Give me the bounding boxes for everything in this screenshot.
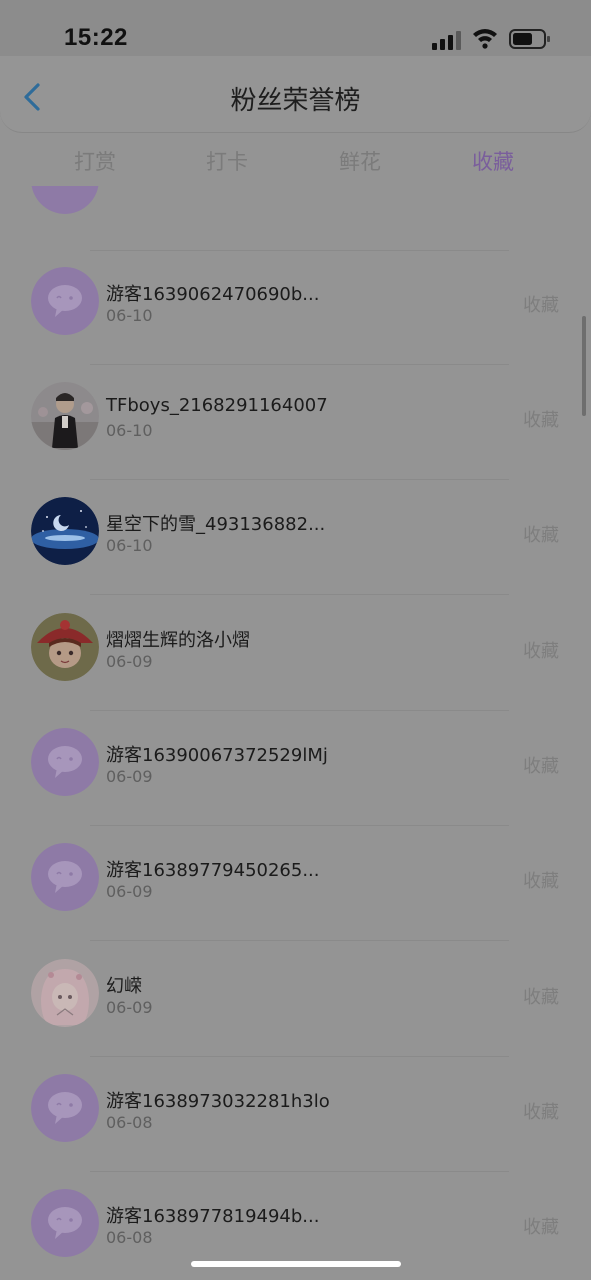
avatar — [31, 497, 99, 565]
tab-checkin[interactable]: 打卡 — [206, 146, 248, 176]
chat-bubble-icon — [31, 267, 99, 335]
favorite-action-label: 收藏 — [523, 871, 559, 892]
user-name: 游客16389779450265... — [106, 860, 320, 881]
favorite-action-label: 收藏 — [523, 295, 559, 316]
anime-girl-avatar-icon — [31, 959, 99, 1027]
favorite-action-label: 收藏 — [523, 987, 559, 1008]
user-name: 熠熠生辉的洛小熠 — [106, 630, 250, 651]
nav-header: 粉丝荣誉榜 — [0, 56, 591, 133]
tab-favorites[interactable]: 收藏 — [472, 146, 514, 176]
status-bar: 15:22 — [0, 0, 591, 56]
favorite-action-label: 收藏 — [523, 410, 559, 431]
favorite-action-label: 收藏 — [523, 525, 559, 546]
wifi-icon — [473, 29, 497, 49]
list-item[interactable]: 熠熠生辉的洛小熠 06-09 收藏 — [0, 596, 591, 711]
tab-reward[interactable]: 打赏 — [74, 146, 116, 176]
fan-honor-screen: 15:22 粉丝荣誉榜 打赏 打卡 鲜花 收藏 游客1639062470690b… — [0, 0, 591, 1280]
tab-bar: 打赏 打卡 鲜花 收藏 — [0, 134, 591, 186]
favorite-date: 06-09 — [106, 767, 153, 786]
chat-bubble-icon — [31, 1189, 99, 1257]
avatar — [31, 267, 99, 335]
avatar — [31, 613, 99, 681]
user-name: 游客1638973032281h3lo — [106, 1091, 330, 1112]
user-name: 幻嵘 — [106, 976, 142, 997]
scrollbar[interactable] — [582, 316, 586, 416]
chat-bubble-icon — [31, 728, 99, 796]
favorite-action-label: 收藏 — [523, 1217, 559, 1238]
list-item[interactable]: 星空下的雪_493136882... 06-10 收藏 — [0, 480, 591, 595]
favorite-action-label: 收藏 — [523, 1102, 559, 1123]
home-indicator[interactable] — [191, 1261, 401, 1267]
list-item-partial[interactable] — [0, 186, 591, 251]
list-item[interactable]: 游客16390067372529lMj 06-09 收藏 — [0, 711, 591, 826]
user-name: 星空下的雪_493136882... — [106, 514, 326, 535]
avatar — [31, 186, 99, 214]
avatar — [31, 382, 99, 450]
list-item[interactable]: 游客1638973032281h3lo 06-08 收藏 — [0, 1057, 591, 1172]
battery-icon — [509, 29, 550, 49]
cartoon-avatar-icon — [31, 613, 99, 681]
list-item[interactable]: 游客1639062470690b... 06-10 收藏 — [0, 250, 591, 365]
avatar — [31, 1074, 99, 1142]
favorite-date: 06-10 — [106, 421, 153, 440]
signal-icon — [432, 31, 461, 50]
favorite-action-label: 收藏 — [523, 756, 559, 777]
avatar — [31, 728, 99, 796]
avatar — [31, 959, 99, 1027]
favorites-list[interactable]: 游客1639062470690b... 06-10 收藏 TFboys_2168… — [0, 186, 591, 1280]
favorite-action-label: 收藏 — [523, 641, 559, 662]
user-name: 游客1638977819494b... — [106, 1206, 320, 1227]
chat-bubble-icon — [31, 1074, 99, 1142]
photo-avatar-icon — [31, 382, 99, 450]
list-item[interactable]: TFboys_2168291164007 06-10 收藏 — [0, 365, 591, 480]
favorite-date: 06-09 — [106, 998, 153, 1017]
divider — [90, 594, 509, 595]
user-name: 游客1639062470690b... — [106, 284, 320, 305]
tab-flowers[interactable]: 鲜花 — [339, 146, 381, 176]
page-title: 粉丝荣誉榜 — [230, 86, 361, 116]
favorite-date: 06-08 — [106, 1228, 153, 1247]
list-item[interactable]: 幻嵘 06-09 收藏 — [0, 942, 591, 1057]
favorite-date: 06-10 — [106, 536, 153, 555]
chat-bubble-icon — [31, 843, 99, 911]
favorite-date: 06-10 — [106, 306, 153, 325]
avatar — [31, 843, 99, 911]
status-time: 15:22 — [64, 24, 128, 51]
list-item[interactable]: 游客16389779450265... 06-09 收藏 — [0, 826, 591, 941]
avatar — [31, 1189, 99, 1257]
favorite-date: 06-09 — [106, 652, 153, 671]
favorite-date: 06-08 — [106, 1113, 153, 1132]
user-name: TFboys_2168291164007 — [106, 395, 328, 416]
night-sky-icon — [31, 497, 99, 565]
divider — [90, 940, 509, 941]
user-name: 游客16390067372529lMj — [106, 745, 328, 766]
favorite-date: 06-09 — [106, 882, 153, 901]
